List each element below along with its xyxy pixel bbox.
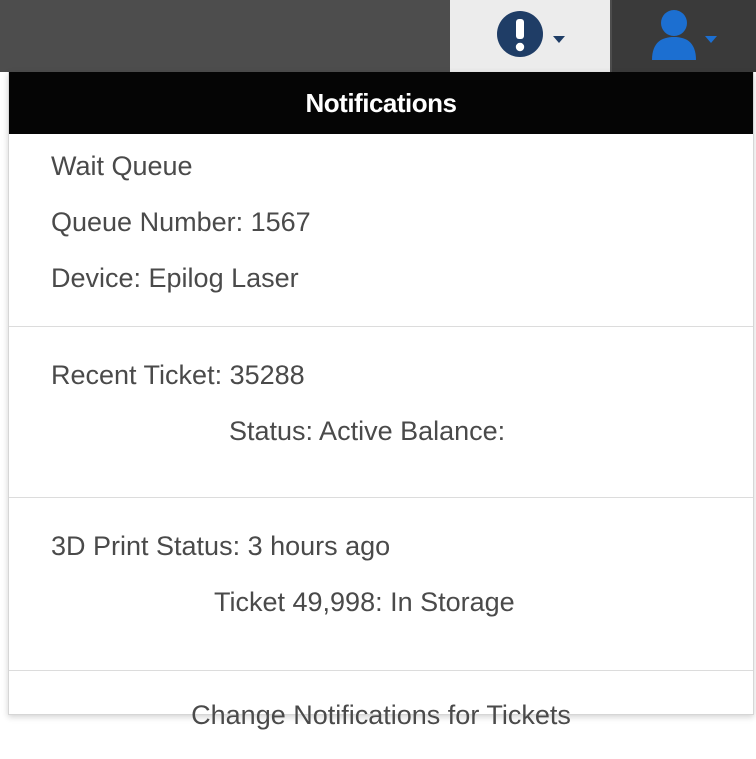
recent-ticket-section: Recent Ticket: 35288 Status: Active Bala… bbox=[9, 347, 753, 498]
user-menu-button[interactable] bbox=[612, 0, 756, 72]
print-status-section: 3D Print Status: 3 hours ago Ticket 49,9… bbox=[9, 518, 753, 671]
wait-queue-heading: Wait Queue bbox=[51, 151, 193, 181]
notifications-dropdown-button[interactable] bbox=[450, 0, 610, 72]
recent-ticket-heading: Recent Ticket: 35288 bbox=[51, 360, 305, 390]
change-notifications-link[interactable]: Change Notifications for Tickets bbox=[191, 700, 571, 731]
ticket-status: Status: Active Balance: bbox=[229, 416, 506, 446]
chevron-down-icon bbox=[552, 32, 566, 50]
wait-queue-section: Wait Queue Queue Number: 1567 Device: Ep… bbox=[9, 138, 753, 327]
user-icon bbox=[650, 8, 698, 65]
print-status-heading: 3D Print Status: 3 hours ago bbox=[51, 531, 391, 561]
chevron-down-icon bbox=[704, 32, 718, 50]
top-navbar bbox=[0, 0, 756, 72]
print-ticket-status: Ticket 49,998: In Storage bbox=[214, 587, 515, 617]
footer-section: Change Notifications for Tickets bbox=[9, 671, 753, 759]
panel-title: Notifications bbox=[9, 72, 753, 134]
device-name: Device: Epilog Laser bbox=[51, 263, 299, 293]
exclamation-circle-icon bbox=[494, 8, 546, 65]
notifications-panel: Notifications Wait Queue Queue Number: 1… bbox=[8, 72, 754, 730]
queue-number: Queue Number: 1567 bbox=[51, 207, 311, 237]
